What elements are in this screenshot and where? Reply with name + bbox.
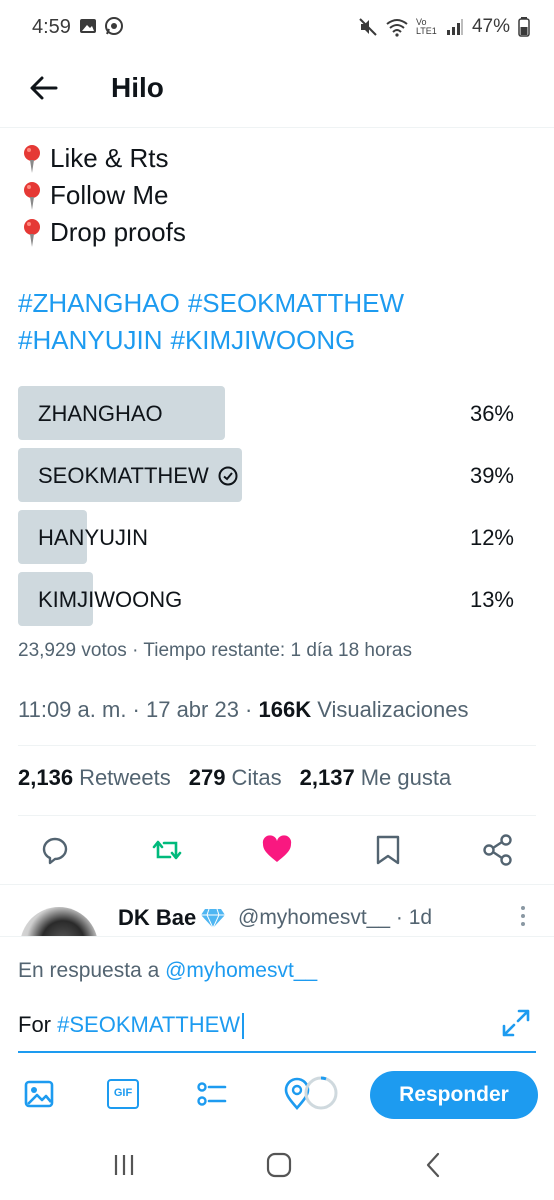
back-arrow-icon[interactable] xyxy=(28,72,60,104)
poll-option-percent: 36% xyxy=(469,401,514,426)
bookmark-icon[interactable] xyxy=(371,833,405,867)
poll-option-label-group: KIMJIWOONG xyxy=(38,587,182,613)
more-vertical-icon[interactable] xyxy=(516,903,530,931)
pushpin-icon xyxy=(24,181,40,210)
poll-option-label-group: ZHANGHAO xyxy=(38,401,163,427)
replying-to: En respuesta a @myhomesvt__ xyxy=(18,959,317,983)
wifi-icon xyxy=(386,19,408,37)
reply-text-input[interactable]: For #SEOKMATTHEW xyxy=(18,1012,245,1040)
status-time: 4:59 xyxy=(32,16,71,38)
replying-to-handle[interactable]: @myhomesvt__ xyxy=(165,959,317,982)
reply-preview[interactable]: DK Bae @myhomesvt__ · 1d xyxy=(0,884,554,936)
poll-option-percent: 12% xyxy=(469,525,514,550)
tweet-text: Like & Rts Follow Me Drop proofs xyxy=(18,140,186,251)
battery-percent: 47% xyxy=(471,16,510,37)
reply-composer: En respuesta a @myhomesvt__ For #SEOKMAT… xyxy=(0,936,554,1152)
status-bar: 4:59 Vo LTE1 47% xyxy=(0,0,554,56)
pushpin-icon xyxy=(24,144,40,173)
quotes-stat[interactable]: 279 Citas xyxy=(189,765,282,791)
network-label: Vo LTE1 xyxy=(415,17,437,36)
mute-icon xyxy=(359,18,377,36)
reply-author-name-text: DK Bae xyxy=(118,905,197,930)
reply-button[interactable]: Responder xyxy=(370,1071,538,1119)
check-circle-icon xyxy=(218,466,238,486)
tweet-line-text: Drop proofs xyxy=(50,217,186,247)
poll-option-label: HANYUJIN xyxy=(38,525,149,550)
reply-author-name: DK Bae xyxy=(118,905,226,931)
poll-option[interactable]: KIMJIWOONG 13% xyxy=(18,572,536,626)
diamond-icon xyxy=(201,908,226,929)
tweet-stats: 2,136 Retweets 279 Citas 2,137 Me gusta xyxy=(18,765,451,791)
page-title: Hilo xyxy=(111,72,164,103)
poll-option-percent: 13% xyxy=(469,587,514,612)
tweet-line-text: Follow Me xyxy=(50,180,169,210)
divider xyxy=(18,745,536,746)
gallery-icon xyxy=(80,19,96,33)
poll-option-label: KIMJIWOONG xyxy=(38,587,183,612)
retweets-stat[interactable]: 2,136 Retweets xyxy=(18,765,171,791)
pushpin-icon xyxy=(24,218,40,247)
likes-count: 2,137 xyxy=(299,765,355,790)
poll-option-label-group: SEOKMATTHEW xyxy=(38,463,239,489)
text-caret xyxy=(242,1013,245,1040)
likes-stat[interactable]: 2,137 Me gusta xyxy=(300,765,452,791)
gif-label: GIF xyxy=(113,1087,133,1099)
image-icon[interactable] xyxy=(22,1077,56,1111)
tweet-line: Follow Me xyxy=(18,177,186,214)
recent-apps-icon[interactable] xyxy=(109,1150,139,1180)
reply-author-handle: @myhomesvt__ · 1d xyxy=(238,906,433,929)
poll-option-label-group: HANYUJIN xyxy=(38,525,148,551)
home-icon[interactable] xyxy=(264,1150,294,1180)
poll-option[interactable]: SEOKMATTHEW 39% xyxy=(18,448,536,502)
character-count-ring-icon xyxy=(304,1076,338,1110)
poll-option-label: SEOKMATTHEW xyxy=(38,463,209,488)
poll-option-label: ZHANGHAO xyxy=(38,401,163,426)
tweet-actions xyxy=(0,825,554,875)
gif-icon[interactable]: GIF xyxy=(107,1079,139,1109)
poll-list-icon[interactable] xyxy=(194,1077,228,1111)
reply-icon[interactable] xyxy=(38,833,72,867)
tweet-line-text: Like & Rts xyxy=(50,143,169,173)
views-label: Visualizaciones xyxy=(317,697,469,722)
status-notification-icons xyxy=(78,16,124,36)
tweet-hashtags: #ZHANGHAO #SEOKMATTHEW #HANYUJIN #KIMJIWOO… xyxy=(18,285,538,359)
tweet-time-date: 11:09 a. m. · 17 abr 23 · xyxy=(18,697,253,722)
tweet-line: Drop proofs xyxy=(18,214,186,251)
reply-text-hashtag: #SEOKMATTHEW xyxy=(57,1012,241,1037)
hashtag-link[interactable]: #HANYUJIN xyxy=(18,325,162,355)
hashtag-link[interactable]: #ZHANGHAO xyxy=(18,288,180,318)
quotes-count: 279 xyxy=(188,765,226,790)
tweet-line: Like & Rts xyxy=(18,140,186,177)
retweets-count: 2,136 xyxy=(18,765,74,790)
poll-option[interactable]: ZHANGHAO 36% xyxy=(18,386,536,440)
battery-icon xyxy=(518,17,530,37)
share-icon[interactable] xyxy=(481,833,515,867)
avatar[interactable] xyxy=(20,907,98,936)
signal-icon xyxy=(446,19,463,35)
status-right-group: Vo LTE1 47% xyxy=(358,16,530,38)
replying-to-prefix: En respuesta a xyxy=(18,959,160,982)
whatsapp-icon xyxy=(105,17,123,35)
reply-text-prefix: For xyxy=(18,1012,51,1037)
likes-label: Me gusta xyxy=(360,765,452,790)
views-count: 166K xyxy=(258,697,312,722)
poll-option-percent: 39% xyxy=(469,463,514,488)
retweet-icon[interactable] xyxy=(150,833,184,867)
poll-option[interactable]: HANYUJIN 12% xyxy=(18,510,536,564)
system-nav-bar xyxy=(0,1130,554,1200)
expand-icon[interactable] xyxy=(500,1007,532,1039)
hashtag-link[interactable]: #KIMJIWOONG xyxy=(170,325,355,355)
poll: ZHANGHAO 36% SEOKMATTHEW 39% HANYUJIN 12… xyxy=(18,386,536,634)
retweets-label: Retweets xyxy=(79,765,171,790)
like-heart-icon[interactable] xyxy=(260,833,294,867)
header: Hilo xyxy=(0,56,554,128)
poll-meta: 23,929 votos · Tiempo restante: 1 día 18… xyxy=(18,640,412,661)
input-underline xyxy=(18,1051,536,1053)
hashtag-link[interactable]: #SEOKMATTHEW xyxy=(188,288,404,318)
quotes-label: Citas xyxy=(231,765,282,790)
back-nav-icon[interactable] xyxy=(419,1150,449,1180)
divider xyxy=(18,815,536,816)
tweet-timestamp: 11:09 a. m. · 17 abr 23 · 166K Visualiza… xyxy=(18,697,468,723)
